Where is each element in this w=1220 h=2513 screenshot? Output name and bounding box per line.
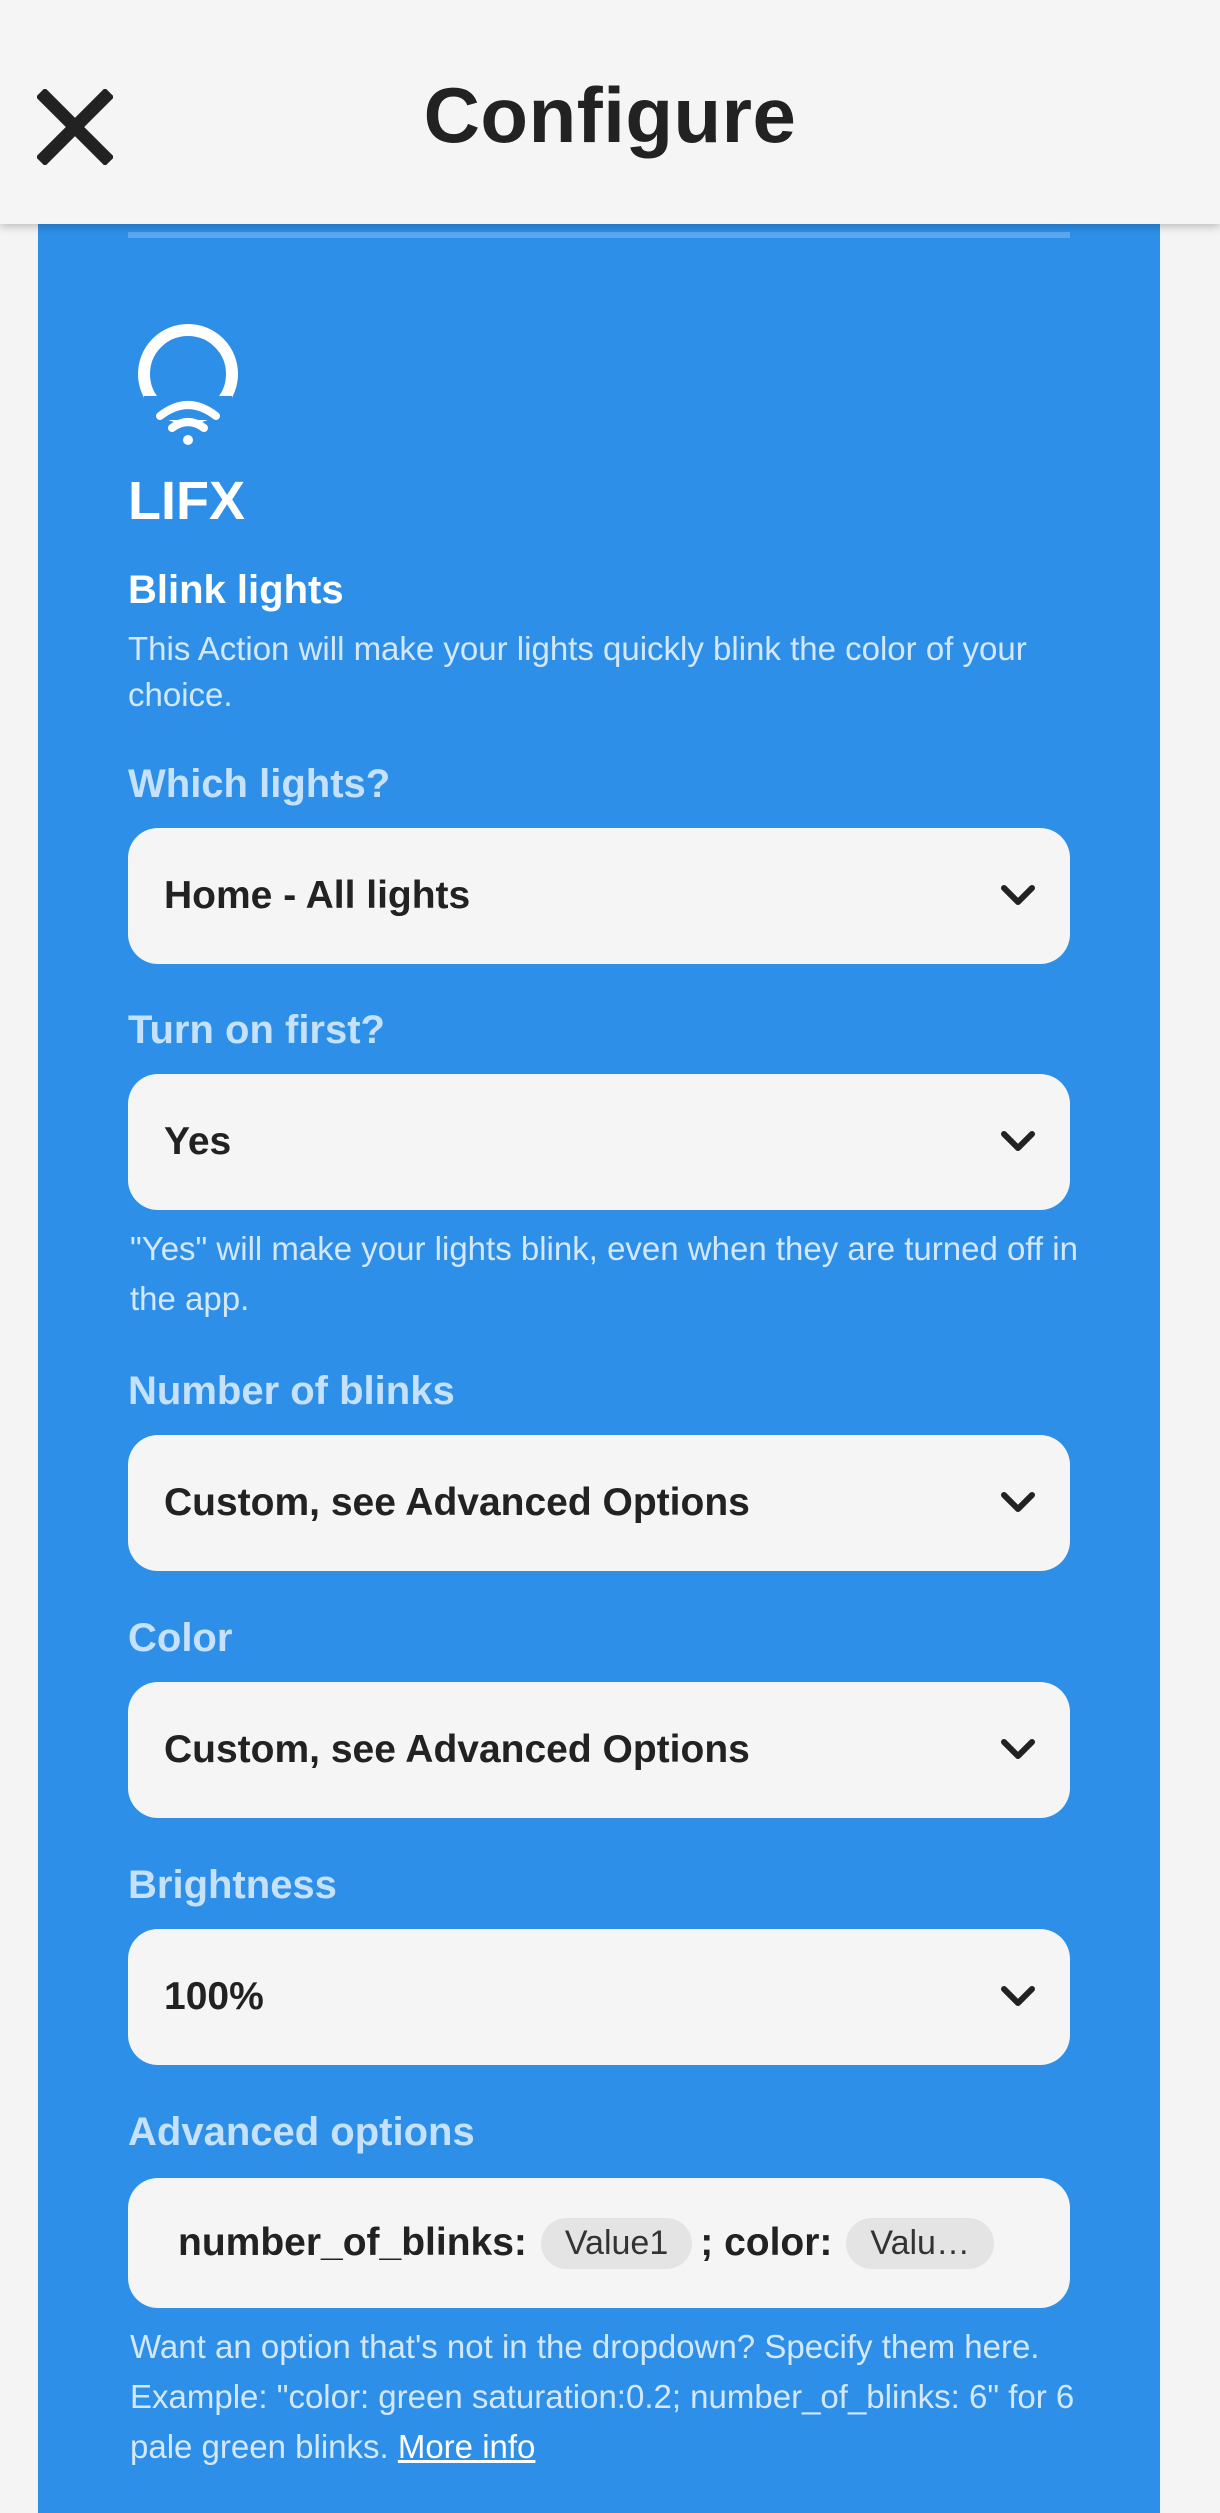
advanced-key-number-of-blinks: number_of_blinks: xyxy=(178,2221,527,2264)
chevron-down-icon xyxy=(1001,1986,1035,2006)
number-of-blinks-value: Custom, see Advanced Options xyxy=(164,1481,750,1524)
advanced-options-label: Advanced options xyxy=(128,2110,475,2154)
chevron-down-icon xyxy=(1001,1131,1035,1151)
brightness-value: 100% xyxy=(164,1975,264,2018)
color-value: Custom, see Advanced Options xyxy=(164,1728,750,1771)
turn-on-first-select[interactable]: Yes xyxy=(128,1074,1070,1210)
turn-on-first-label: Turn on first? xyxy=(128,1008,385,1052)
card-divider xyxy=(128,232,1070,238)
action-config-card: LIFX Blink lights This Action will make … xyxy=(38,222,1160,2513)
advanced-helper-text: Want an option that's not in the dropdow… xyxy=(130,2328,1075,2465)
chevron-down-icon xyxy=(1001,885,1035,905)
ingredient-pill-value1[interactable]: Value1 xyxy=(540,2217,693,2269)
number-of-blinks-label: Number of blinks xyxy=(128,1369,455,1413)
which-lights-value: Home - All lights xyxy=(164,874,471,917)
advanced-key-color: ; color: xyxy=(700,2221,833,2264)
brightness-label: Brightness xyxy=(128,1863,337,1907)
which-lights-label: Which lights? xyxy=(128,762,391,806)
header-bar: Configure xyxy=(0,0,1220,224)
chevron-down-icon xyxy=(1001,1492,1035,1512)
brightness-select[interactable]: 100% xyxy=(128,1929,1070,2065)
page-title: Configure xyxy=(423,71,797,159)
advanced-options-helper: Want an option that's not in the dropdow… xyxy=(130,2322,1080,2472)
ingredient-pill-value2[interactable]: Valu… xyxy=(846,2217,994,2269)
color-label: Color xyxy=(128,1616,233,1660)
color-select[interactable]: Custom, see Advanced Options xyxy=(128,1682,1070,1818)
advanced-options-input[interactable]: number_of_blinks: Value1 ; color: Valu… xyxy=(128,2178,1070,2308)
number-of-blinks-select[interactable]: Custom, see Advanced Options xyxy=(128,1435,1070,1571)
lifx-bulb-icon xyxy=(138,324,238,445)
turn-on-first-helper: "Yes" will make your lights blink, even … xyxy=(130,1230,1078,1317)
chevron-down-icon xyxy=(1001,1739,1035,1759)
action-description: This Action will make your lights quickl… xyxy=(128,630,1027,713)
more-info-link[interactable]: More info xyxy=(398,2428,536,2465)
service-name: LIFX xyxy=(128,471,245,531)
which-lights-select[interactable]: Home - All lights xyxy=(128,828,1070,964)
action-title: Blink lights xyxy=(128,568,344,612)
turn-on-first-value: Yes xyxy=(164,1120,232,1163)
